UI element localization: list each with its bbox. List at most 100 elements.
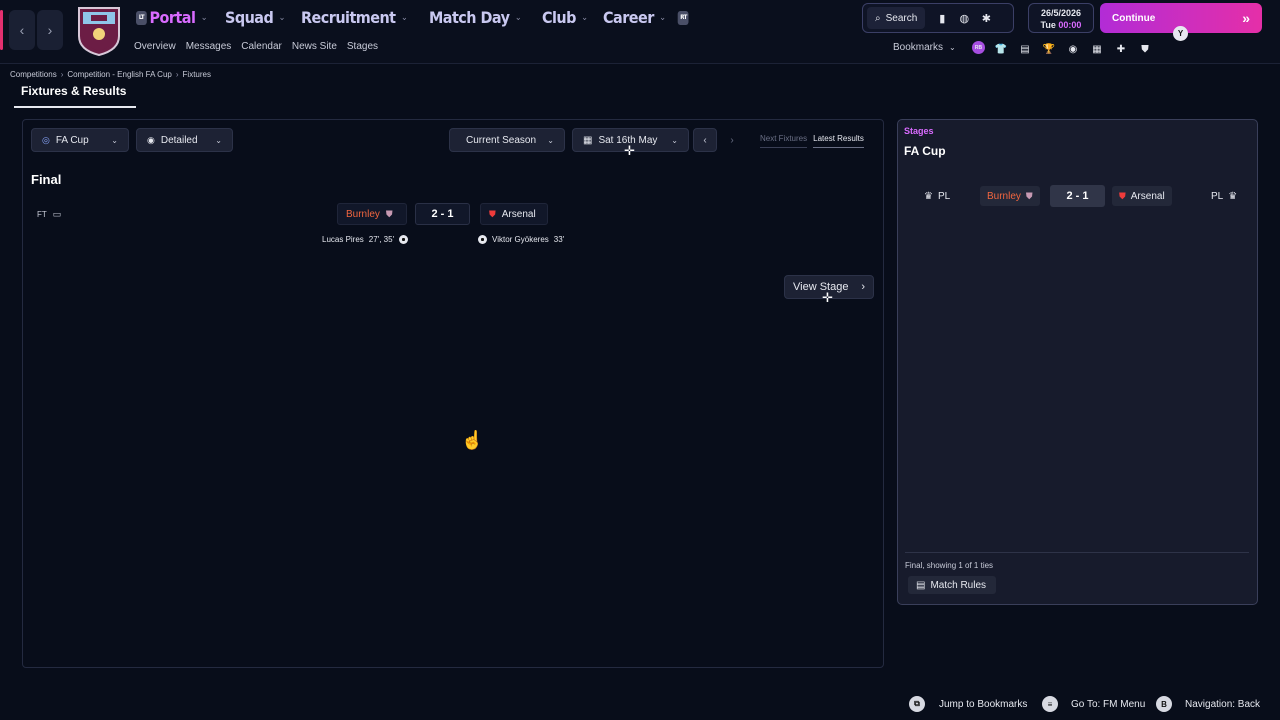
calendar-icon: ▦ — [583, 134, 593, 146]
crumb-competition[interactable]: Competition - English FA Cup — [67, 70, 172, 79]
chevron-right-icon: › — [175, 70, 179, 79]
home-team[interactable]: Burnley ⛊ — [337, 203, 407, 225]
scout-icon[interactable]: ◉ — [1065, 41, 1081, 57]
menu-button-icon: ≡ — [1042, 696, 1058, 712]
report-icon[interactable]: ▤ — [1017, 41, 1033, 57]
bookmark-icon[interactable]: ▮ — [931, 7, 953, 29]
tie-home-team[interactable]: Burnley ⛊ — [980, 186, 1040, 206]
b-button-icon: B — [1156, 696, 1172, 712]
main-nav: LT Portal ⌄ Squad ⌄ Recruitment ⌄ Match … — [136, 8, 711, 27]
stages-header: Stages — [904, 126, 934, 136]
results-tabs: Next Fixtures Latest Results — [760, 134, 864, 148]
breadcrumb: Competitions › Competition - English FA … — [10, 70, 211, 79]
match-rules-label: Match Rules — [930, 579, 987, 591]
subnav-overview[interactable]: Overview — [134, 41, 176, 52]
nav-recruitment[interactable]: Recruitment ⌄ — [301, 8, 408, 27]
ties-count: Final, showing 1 of 1 ties — [905, 561, 994, 570]
away-scorer-name: Viktor Gyökeres — [492, 235, 549, 244]
nav-club-label: Club — [541, 8, 576, 27]
shield-icon[interactable]: ⛊ — [1137, 41, 1153, 57]
away-crest-icon: ⛊ — [489, 208, 496, 219]
search-button[interactable]: ⌕ Search — [867, 7, 926, 29]
away-team[interactable]: ⛊ Arsenal — [480, 203, 548, 225]
back-button[interactable]: ‹ — [9, 10, 35, 50]
competition-dropdown[interactable]: ◎ FA Cup ⌄ — [31, 128, 129, 152]
season-label: Current Season — [466, 134, 537, 146]
nav-recruitment-label: Recruitment — [301, 8, 397, 27]
hint-back[interactable]: B Navigation: Back — [1156, 696, 1260, 712]
chevron-down-icon: ⌄ — [547, 135, 554, 145]
tie-away-team[interactable]: ⛊ Arsenal — [1112, 186, 1172, 206]
home-league-badge: ♛ PL — [917, 186, 957, 206]
club-crest[interactable] — [77, 6, 121, 57]
home-scorer-minutes: 27', 35' — [368, 235, 395, 244]
tab-latest-results[interactable]: Latest Results — [813, 134, 864, 148]
season-dropdown[interactable]: Current Season ⌄ — [449, 128, 565, 152]
edge-accent — [0, 10, 3, 50]
eye-icon: ◉ — [147, 134, 155, 145]
tie-away-name: Arsenal — [1130, 190, 1165, 202]
match-rules-button[interactable]: ▤ Match Rules — [908, 576, 996, 594]
nav-career[interactable]: Career ⌄ RT — [603, 8, 692, 27]
previous-date-button[interactable]: ‹ — [693, 128, 717, 152]
bookmark-icons: RB 👕 ▤ 🏆 ◉ ▦ ✚ ⛊ — [972, 41, 1153, 57]
home-scorer-name: Lucas Pires — [322, 235, 364, 244]
crumb-fixtures: Fixtures — [182, 70, 211, 79]
sub-nav: Overview Messages Calendar News Site Sta… — [134, 41, 378, 52]
forward-button[interactable]: › — [37, 10, 63, 50]
nav-squad[interactable]: Squad ⌄ — [225, 8, 285, 27]
date-display[interactable]: 26/5/2026 Tue 00:00 — [1028, 3, 1094, 33]
competition-label: FA Cup — [55, 134, 89, 146]
subnav-messages[interactable]: Messages — [186, 41, 232, 52]
bookmarks-label: Bookmarks — [893, 42, 944, 53]
tv-icon: ▭ — [52, 209, 62, 219]
away-league-badge: PL ♛ — [1204, 186, 1244, 206]
nav-club[interactable]: Club ⌄ — [542, 8, 588, 27]
gear-icon[interactable]: ✱ — [975, 7, 997, 29]
nav-squad-label: Squad — [224, 8, 274, 27]
chevron-right-icon: › — [861, 281, 865, 293]
shirt-icon[interactable]: 👕 — [993, 41, 1009, 57]
goal-ball-icon — [478, 235, 487, 244]
staff-icon[interactable]: ✚ — [1113, 41, 1129, 57]
view-button-icon: ⧉ — [909, 696, 925, 712]
chevron-down-icon: ⌄ — [215, 135, 222, 145]
lt-badge: LT — [136, 10, 147, 25]
away-team-name: Arsenal — [501, 208, 536, 220]
hint-menu[interactable]: ≡ Go To: FM Menu — [1042, 696, 1145, 712]
rb-badge: RB — [972, 41, 985, 54]
crumb-competitions[interactable]: Competitions — [10, 70, 57, 79]
nav-portal[interactable]: LT Portal ⌄ — [136, 8, 208, 27]
away-scorer-minutes: 33' — [553, 235, 565, 244]
view-stage-label: View Stage — [793, 281, 849, 293]
calendar-icon[interactable]: ▦ — [1089, 41, 1105, 57]
current-time: 00:00 — [1058, 20, 1082, 30]
tie-score[interactable]: 2 - 1 — [1050, 185, 1105, 207]
tie-home-name: Burnley — [987, 190, 1021, 202]
next-date-button[interactable]: › — [720, 128, 744, 152]
view-dropdown[interactable]: ◉ Detailed ⌄ — [136, 128, 233, 152]
trophy-icon[interactable]: 🏆 — [1041, 41, 1057, 57]
hint-bookmarks[interactable]: ⧉ Jump to Bookmarks — [909, 696, 1027, 712]
chevron-down-icon: ⌄ — [200, 12, 208, 23]
subnav-calendar[interactable]: Calendar — [241, 41, 282, 52]
nav-match-day[interactable]: Match Day ⌄ — [429, 8, 522, 27]
tab-next-fixtures[interactable]: Next Fixtures — [760, 134, 808, 148]
stages-competition: FA Cup — [904, 144, 946, 158]
chevron-down-icon: ⌄ — [515, 12, 522, 23]
away-league-label: PL — [1211, 190, 1224, 202]
status-label: FT — [37, 210, 47, 219]
hint-bookmarks-label: Jump to Bookmarks — [939, 698, 1028, 710]
view-label: Detailed — [160, 134, 198, 146]
cup-icon: ◎ — [42, 134, 50, 145]
stage-header: Final — [31, 172, 62, 187]
bookmarks-dropdown[interactable]: Bookmarks ⌄ — [893, 42, 956, 53]
home-scorers: Lucas Pires 27', 35' — [322, 235, 409, 244]
crosshair-cursor-icon: ✛ — [624, 143, 635, 158]
search-icon: ⌕ — [875, 12, 881, 24]
match-score[interactable]: 2 - 1 — [415, 203, 470, 225]
subnav-news-site[interactable]: News Site — [292, 41, 337, 52]
subnav-stages[interactable]: Stages — [347, 41, 378, 52]
globe-icon[interactable]: ◍ — [953, 7, 975, 29]
current-date: 26/5/2026 — [1040, 8, 1082, 18]
